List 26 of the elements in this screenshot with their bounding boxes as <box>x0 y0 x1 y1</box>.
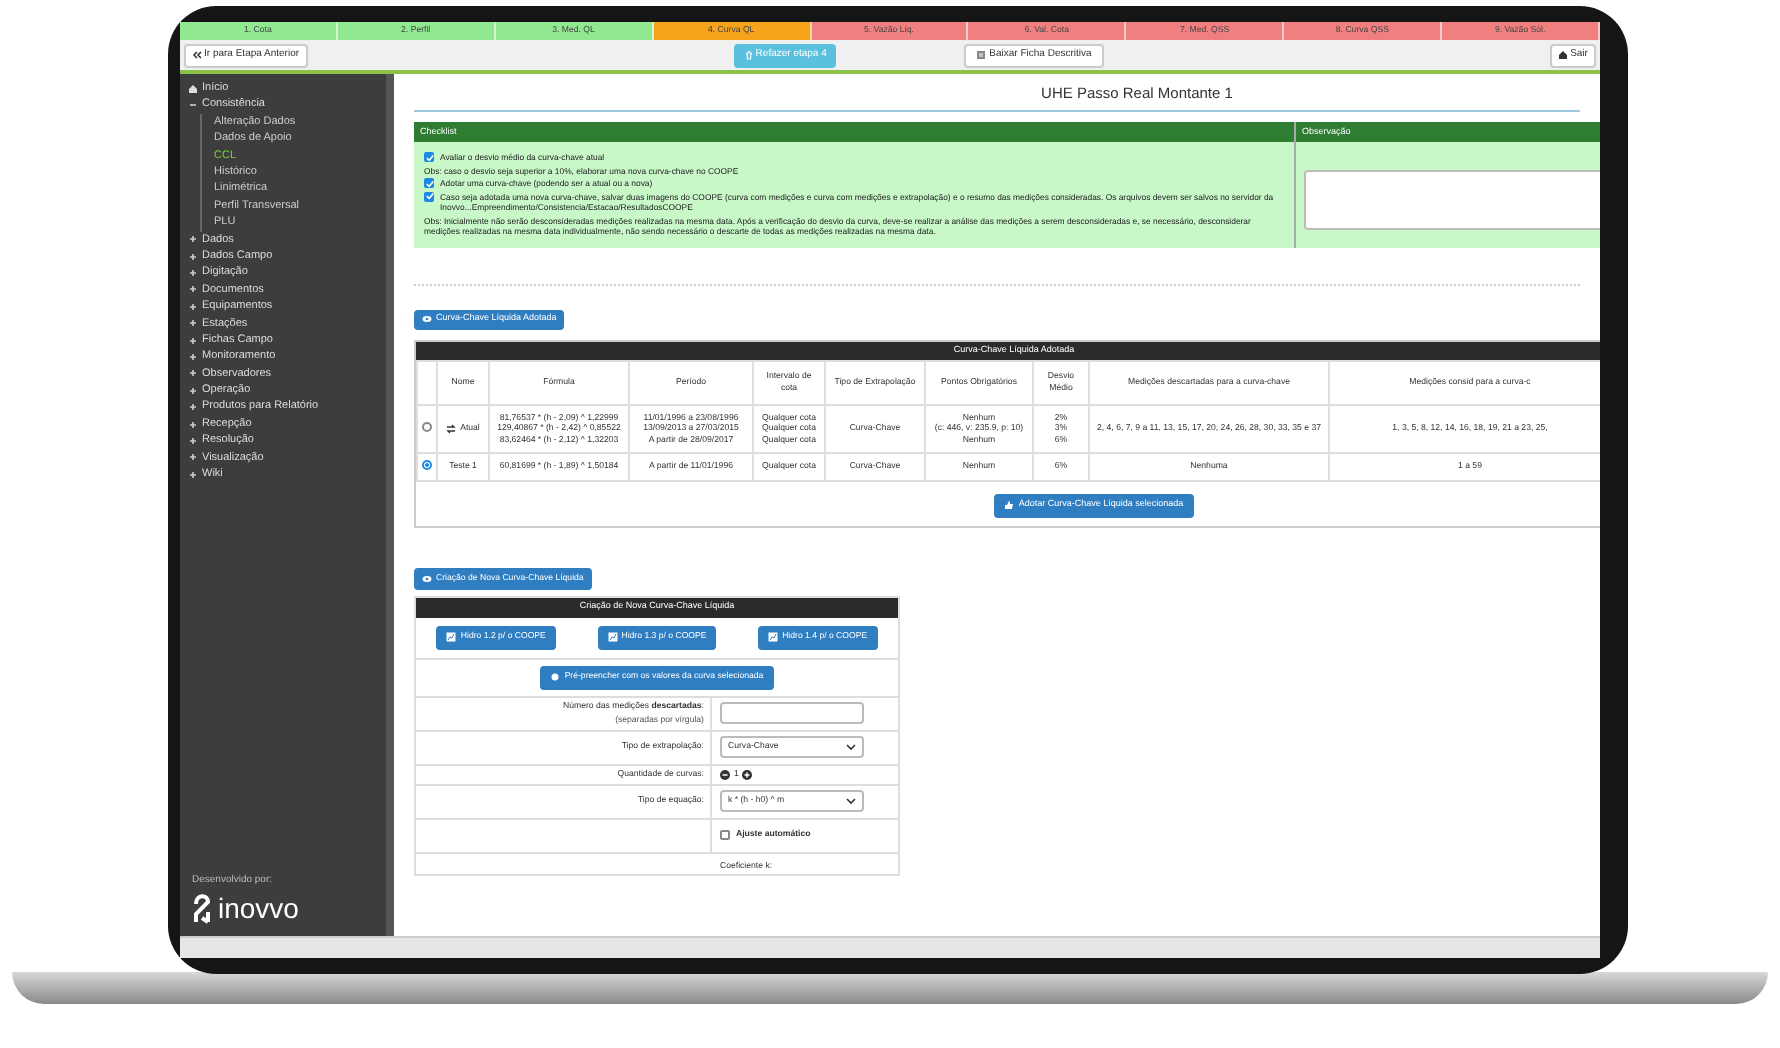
chart-icon <box>607 632 618 642</box>
chevron-down-icon <box>846 742 856 752</box>
eye-icon <box>422 314 432 325</box>
home-icon <box>188 83 198 94</box>
chart-icon <box>768 632 779 642</box>
radio-button[interactable] <box>422 421 432 432</box>
logo-icon <box>192 892 212 924</box>
home-icon <box>1558 50 1569 60</box>
minus-button[interactable] <box>720 769 730 779</box>
exchange-icon <box>446 423 457 434</box>
observation-field[interactable] <box>1304 170 1600 231</box>
text-field[interactable] <box>720 702 864 724</box>
chart-icon <box>446 632 457 642</box>
plus-circle-icon <box>742 769 753 779</box>
trash-icon <box>743 50 754 60</box>
checkbox[interactable] <box>720 830 730 840</box>
double-chevron-left-icon <box>192 50 202 60</box>
thumbs-up-icon <box>1004 500 1015 510</box>
chevron-down-icon <box>846 796 856 806</box>
radio-button[interactable] <box>422 459 432 470</box>
eye-icon <box>422 573 432 583</box>
minus-circle-icon <box>720 769 730 779</box>
plus-button[interactable] <box>742 769 753 779</box>
document-icon <box>975 50 986 60</box>
logo-text: inovvo <box>218 894 299 922</box>
dot-icon <box>550 672 561 682</box>
